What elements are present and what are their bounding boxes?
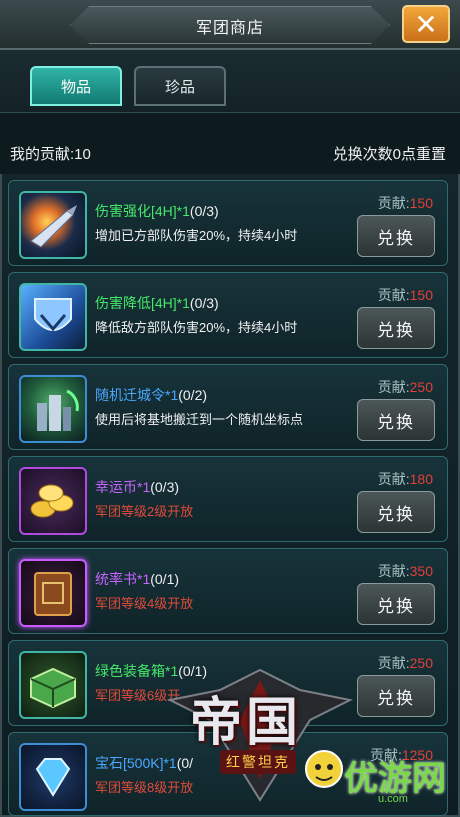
list-item: 随机迁城令*1(0/2) 使用后将基地搬迁到一个随机坐标点 贡献:250 兑换	[8, 364, 448, 450]
item-count: (0/3)	[189, 295, 219, 311]
item-count: (0/2)	[178, 387, 208, 403]
exchange-button[interactable]: 兑换	[357, 215, 435, 257]
item-desc: 军团等级2级开放	[95, 504, 194, 519]
reset-note: 兑换次数0点重置	[332, 146, 446, 163]
item-desc: 使用后将基地搬迁到一个随机坐标点	[95, 412, 304, 427]
cost-value: 180	[409, 471, 433, 487]
item-name: 伤害强化[4H]*1	[95, 203, 190, 219]
tab-treasure[interactable]: 珍品	[134, 66, 226, 106]
cost-label: 贡献:	[377, 655, 410, 671]
list-item: 伤害降低[4H]*1(0/3) 降低敌方部队伤害20%，持续4小时 贡献:150…	[8, 272, 448, 358]
book-icon	[19, 559, 87, 627]
cost-value: 150	[409, 287, 433, 303]
item-name: 统率书*1	[95, 571, 151, 587]
my-contribution: 我的贡献:10	[10, 146, 91, 163]
exchange-button[interactable]: 兑换	[357, 675, 435, 717]
exchange-button[interactable]: 兑换	[357, 307, 435, 349]
crate-icon	[19, 651, 87, 719]
item-desc: 军团等级4级开放	[95, 596, 194, 611]
tab-bar: 物品 珍品	[0, 50, 460, 112]
exchange-button[interactable]: 兑换	[357, 583, 435, 625]
cost-label: 贡献:	[377, 287, 410, 303]
exchange-button[interactable]: 兑换	[357, 491, 435, 533]
cost-label: 贡献:	[377, 563, 410, 579]
item-desc: 增加已方部队伤害20%，持续4小时	[95, 228, 298, 243]
cost-label: 贡献:	[377, 195, 410, 211]
site-watermark: 优游网 u.com	[300, 735, 460, 815]
cost-label: 贡献:	[377, 471, 410, 487]
cost-value: 250	[409, 655, 433, 671]
title-bar: 军团商店 ✕	[0, 0, 460, 50]
tab-goods[interactable]: 物品	[30, 66, 122, 106]
list-item: 统率书*1(0/1) 军团等级4级开放 贡献:350 兑换	[8, 548, 448, 634]
missile-icon	[19, 191, 87, 259]
cost-label: 贡献:	[377, 379, 410, 395]
cost-value: 250	[409, 379, 433, 395]
cost-value: 150	[409, 195, 433, 211]
item-count: (0/3)	[189, 203, 219, 219]
item-desc: 降低敌方部队伤害20%，持续4小时	[95, 320, 298, 335]
logo-title: 帝国	[190, 694, 303, 752]
item-count: (0/1)	[150, 571, 180, 587]
item-name: 伤害降低[4H]*1	[95, 295, 190, 311]
item-name: 随机迁城令*1	[95, 387, 179, 403]
coins-icon	[19, 467, 87, 535]
info-row: 我的贡献:10 兑换次数0点重置	[0, 112, 460, 174]
globe-city-icon	[19, 375, 87, 443]
cost-value: 350	[409, 563, 433, 579]
logo-subtitle: 红警坦克	[220, 750, 296, 774]
close-icon: ✕	[414, 8, 438, 40]
site-url: u.com	[378, 793, 408, 805]
item-name: 幸运币*1	[95, 479, 151, 495]
item-count: (0/3)	[150, 479, 180, 495]
gem-icon	[19, 743, 87, 811]
list-item: 伤害强化[4H]*1(0/3) 增加已方部队伤害20%，持续4小时 贡献:150…	[8, 180, 448, 266]
list-item: 幸运币*1(0/3) 军团等级2级开放 贡献:180 兑换	[8, 456, 448, 542]
shield-icon	[19, 283, 87, 351]
close-button[interactable]: ✕	[402, 5, 450, 43]
exchange-button[interactable]: 兑换	[357, 399, 435, 441]
page-title: 军团商店	[195, 20, 264, 37]
